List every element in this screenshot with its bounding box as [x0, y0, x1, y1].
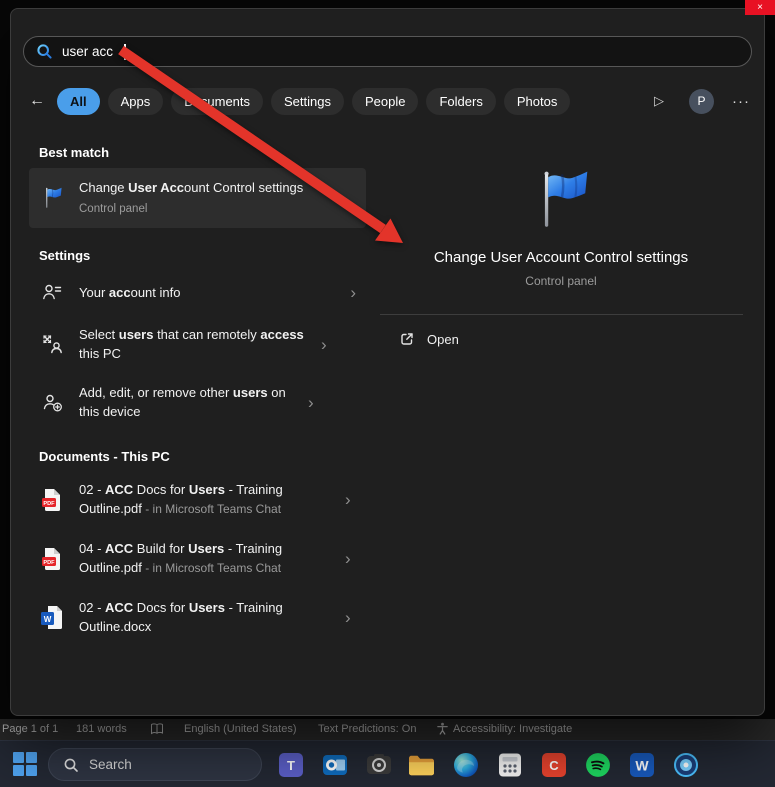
result-subtitle: Control panel: [79, 202, 148, 215]
filter-tab-folders[interactable]: Folders: [426, 87, 496, 115]
uac-flag-icon: [39, 185, 65, 211]
result-title: Select users that can remotely access th…: [79, 327, 304, 361]
teams-icon[interactable]: T: [277, 751, 304, 778]
word-icon[interactable]: W: [628, 751, 655, 778]
results-list: Best match Change User Account Control s…: [29, 131, 366, 648]
search-input[interactable]: user acc: [23, 36, 752, 67]
filter-tab-apps[interactable]: Apps: [107, 87, 164, 115]
taskbar-search-label: Search: [89, 757, 132, 772]
preview-pane: Change User Account Control settings Con…: [366, 137, 756, 707]
start-button[interactable]: [12, 751, 38, 777]
photos-icon[interactable]: [672, 751, 699, 778]
document-result-2[interactable]: PDF 04 - ACC Build for Users - Training …: [29, 531, 366, 586]
chevron-right-icon[interactable]: ›: [321, 336, 327, 353]
svg-text:W: W: [44, 615, 52, 624]
add-user-icon: [39, 389, 65, 415]
language-indicator[interactable]: English (United States): [184, 723, 297, 735]
word-count[interactable]: 181 words: [76, 723, 127, 735]
filter-tab-photos[interactable]: Photos: [503, 87, 571, 115]
document-result-1[interactable]: PDF 02 - ACC Docs for Users - Training O…: [29, 472, 366, 527]
divider: [379, 314, 743, 315]
section-header-settings: Settings: [39, 248, 91, 263]
result-title: Change User Account Control settings: [79, 179, 304, 195]
result-title: 04 - ACC Build for Users - Training Outl…: [79, 541, 283, 575]
word-file-icon: W: [39, 604, 65, 630]
filter-tab-settings[interactable]: Settings: [271, 87, 344, 115]
result-title: 02 - ACC Docs for Users - Training Outli…: [79, 482, 283, 516]
spotify-icon[interactable]: [584, 751, 611, 778]
result-title: Add, edit, or remove other users on this…: [79, 385, 286, 419]
open-action[interactable]: Open: [399, 331, 459, 347]
open-label: Open: [427, 331, 459, 347]
taskbar: Search T C W: [0, 740, 775, 787]
edge-icon[interactable]: [452, 751, 479, 778]
settings-result-your-account-info[interactable]: Your account info ›: [29, 271, 366, 313]
back-button[interactable]: ←: [25, 88, 49, 114]
svg-text:T: T: [287, 758, 295, 773]
word-status-bar: Page 1 of 1 181 words English (United St…: [0, 719, 775, 740]
play-icon[interactable]: ▷: [647, 88, 671, 114]
filter-tab-all[interactable]: All: [57, 87, 100, 115]
page-indicator[interactable]: Page 1 of 1: [2, 723, 58, 735]
chevron-right-icon[interactable]: ›: [345, 491, 351, 508]
search-icon: [36, 43, 53, 60]
camera-icon[interactable]: [365, 751, 392, 778]
remote-access-icon: [39, 331, 65, 357]
search-icon: [63, 757, 79, 773]
chevron-right-icon[interactable]: ›: [345, 609, 351, 626]
calculator-icon[interactable]: [496, 751, 523, 778]
text-predictions-indicator[interactable]: Text Predictions: On: [318, 723, 416, 735]
close-button[interactable]: ×: [745, 0, 775, 15]
filter-bar: ← All Apps Documents Settings People Fol…: [25, 86, 750, 116]
best-match-result[interactable]: Change User Account Control settings Con…: [29, 168, 366, 228]
svg-text:PDF: PDF: [43, 559, 55, 565]
chevron-right-icon[interactable]: ›: [308, 394, 314, 411]
text-cursor: [124, 43, 126, 60]
section-header-documents: Documents - This PC: [39, 449, 170, 464]
accessibility-indicator[interactable]: Accessibility: Investigate: [453, 723, 572, 735]
filter-tab-documents[interactable]: Documents: [171, 87, 264, 115]
outlook-icon[interactable]: [321, 751, 348, 778]
pdf-file-icon: PDF: [39, 546, 65, 572]
chevron-right-icon[interactable]: ›: [345, 550, 351, 567]
accessibility-icon: [436, 722, 449, 738]
svg-text:W: W: [635, 757, 649, 773]
file-explorer-icon[interactable]: [408, 751, 435, 778]
chevron-right-icon[interactable]: ›: [350, 284, 356, 301]
account-info-icon: [39, 279, 65, 305]
pdf-file-icon: PDF: [39, 487, 65, 513]
document-result-3[interactable]: W 02 - ACC Docs for Users - Training Out…: [29, 590, 366, 644]
uac-flag-icon-large: [528, 167, 594, 233]
settings-result-remote-access[interactable]: Select users that can remotely access th…: [29, 317, 366, 371]
section-header-best-match: Best match: [39, 145, 110, 160]
filter-tab-people[interactable]: People: [352, 87, 419, 115]
open-icon: [399, 331, 415, 347]
result-title: 02 - ACC Docs for Users - Training Outli…: [79, 600, 283, 634]
preview-subtitle: Control panel: [525, 274, 597, 288]
profile-avatar[interactable]: P: [689, 88, 714, 114]
taskbar-search[interactable]: Search: [48, 748, 262, 781]
settings-result-add-remove-users[interactable]: Add, edit, or remove other users on this…: [29, 375, 366, 429]
search-flyout: user acc ← All Apps Documents Settings P…: [10, 8, 765, 716]
proofing-icon[interactable]: [150, 722, 164, 739]
search-query-text: user acc: [62, 44, 114, 59]
svg-text:PDF: PDF: [43, 500, 55, 506]
svg-text:C: C: [549, 758, 559, 773]
c-app-icon[interactable]: C: [540, 751, 567, 778]
result-title: Your account info: [79, 284, 181, 300]
preview-title: Change User Account Control settings: [433, 249, 689, 266]
more-options-button[interactable]: ···: [732, 93, 750, 110]
